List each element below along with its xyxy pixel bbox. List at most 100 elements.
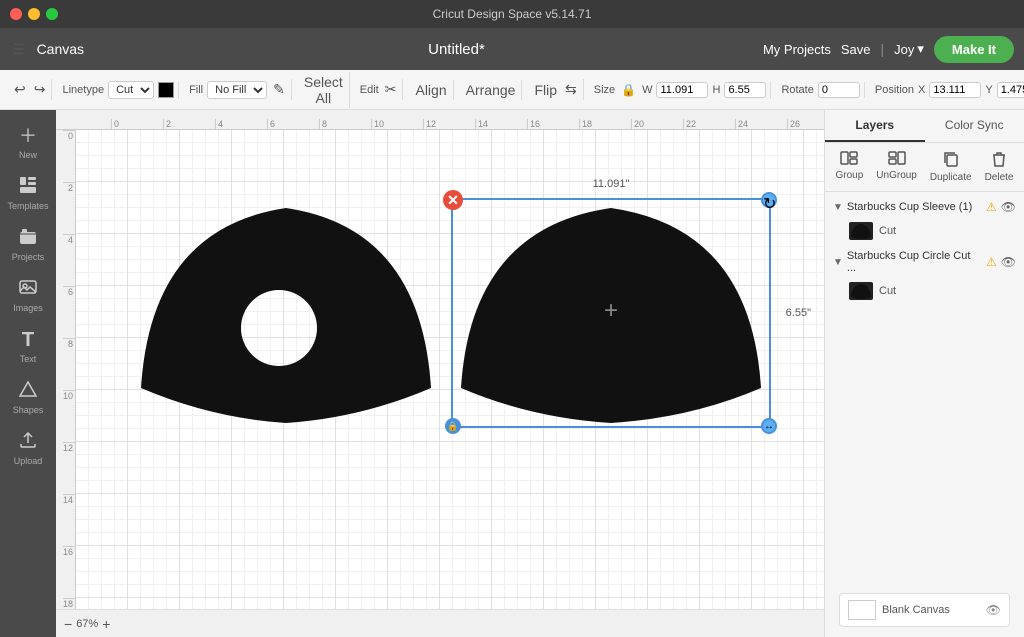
width-input[interactable]: 11.091 (656, 82, 708, 98)
layer-group-sleeve: ▼ Starbucks Cup Sleeve (1) ⚠ 👁 Cut (825, 196, 1024, 244)
edit-button[interactable]: ✂ (383, 79, 399, 100)
sidebar-item-shapes[interactable]: Shapes (4, 374, 52, 421)
sidebar-text-label: Text (20, 354, 37, 364)
layer-circle-name: Starbucks Cup Circle Cut ... (847, 250, 982, 274)
zoom-out-button[interactable]: − (64, 616, 72, 632)
flip-icon-button[interactable]: ⇆ (563, 79, 579, 100)
zoom-level: 67% (76, 618, 98, 630)
zoom-in-button[interactable]: + (102, 616, 110, 632)
fill-select[interactable]: No Fill (207, 81, 267, 99)
toolbar-fill-group: Fill No Fill ✎ (185, 79, 292, 100)
ruler-v-mark: 6 (63, 286, 75, 338)
align-label: Align (415, 82, 446, 98)
warning-icon: ⚠ (986, 255, 997, 269)
duplicate-button[interactable]: Duplicate (924, 149, 978, 185)
eye-icon[interactable]: 👁 (1001, 255, 1016, 269)
tab-layers[interactable]: Layers (825, 110, 925, 142)
sidebar-projects-label: Projects (12, 252, 45, 262)
sidebar-item-new[interactable]: ＋ New (4, 116, 52, 166)
ungroup-button[interactable]: UnGroup (870, 149, 923, 185)
menubar-right: My Projects Save | Joy ▾ Make It (763, 36, 1014, 63)
hamburger-menu[interactable]: ☰ (10, 39, 27, 60)
group-button[interactable]: Group (830, 149, 870, 185)
rotate-input[interactable]: 0 (818, 82, 860, 98)
align-button[interactable]: Align (413, 80, 448, 100)
ruler-mark: 12 (423, 119, 475, 129)
fill-label: Fill (189, 84, 203, 96)
fill-edit-button[interactable]: ✎ (271, 79, 287, 100)
sidebar-item-templates[interactable]: Templates (4, 170, 52, 217)
eye-icon[interactable]: 👁 (1001, 200, 1016, 214)
ruler-h-marks: 0 2 4 6 8 10 12 14 16 18 20 22 24 26 (111, 119, 824, 129)
ruler-v-mark: 10 (63, 390, 75, 442)
ruler-mark: 20 (631, 119, 683, 129)
ruler-mark: 2 (163, 119, 215, 129)
layer-group-header-sleeve[interactable]: ▼ Starbucks Cup Sleeve (1) ⚠ 👁 (825, 196, 1024, 218)
sidebar-item-images[interactable]: Images (4, 272, 52, 319)
canvas-body: 0 2 4 6 8 10 12 14 16 18 (56, 130, 824, 609)
ruler-mark: 4 (215, 119, 267, 129)
undo-button[interactable]: ↩ (12, 79, 28, 100)
ruler-v-mark: 4 (63, 234, 75, 286)
pos-y-label: Y (985, 84, 992, 96)
make-it-button[interactable]: Make It (934, 36, 1014, 63)
ruler-mark: 10 (371, 119, 423, 129)
arrange-button[interactable]: Arrange (464, 80, 518, 100)
layers-list: ▼ Starbucks Cup Sleeve (1) ⚠ 👁 Cut (825, 192, 1024, 583)
ruler-v-marks: 0 2 4 6 8 10 12 14 16 18 (63, 130, 75, 609)
user-menu-button[interactable]: Joy ▾ (894, 41, 924, 57)
doc-title: Untitled* (428, 41, 485, 58)
minimize-dot[interactable] (28, 8, 40, 20)
toolbar: ↩ ↪ Linetype Cut Fill No Fill ✎ Select A… (0, 70, 1024, 110)
text-icon: T (22, 329, 34, 352)
toolbar-size-group: Size 🔒 W 11.091 H 6.55 (590, 81, 772, 99)
linetype-color-swatch[interactable] (158, 82, 174, 98)
zoom-controls: − 67% + (64, 616, 110, 632)
maximize-dot[interactable] (46, 8, 58, 20)
canvas-grid[interactable]: + ✕ ↻ 🔒 ↔ 11.091" 6.55" (76, 130, 824, 609)
ruler-v-mark: 0 (63, 130, 75, 182)
flip-button[interactable]: Flip (532, 80, 559, 100)
ruler-horizontal: 0 2 4 6 8 10 12 14 16 18 20 22 24 26 (56, 110, 824, 130)
toolbar-rotate-group: Rotate 0 (777, 82, 864, 98)
save-button[interactable]: Save (841, 42, 871, 57)
ruler-v-mark: 18 (63, 598, 75, 609)
ruler-v-mark: 12 (63, 442, 75, 494)
my-projects-button[interactable]: My Projects (763, 42, 831, 57)
layer-item-circle[interactable]: Cut (825, 278, 1024, 304)
size-label: Size (594, 84, 615, 96)
eye-slash-icon[interactable]: 👁 (986, 603, 1001, 617)
ruler-v-mark: 2 (63, 182, 75, 234)
window-controls[interactable] (10, 8, 58, 20)
sidebar-item-projects[interactable]: Projects (4, 221, 52, 268)
ruler-mark: 14 (475, 119, 527, 129)
redo-button[interactable]: ↪ (32, 79, 48, 100)
layer-group-circle: ▼ Starbucks Cup Circle Cut ... ⚠ 👁 Cut (825, 246, 1024, 304)
pos-y-input[interactable]: 1.475 (997, 82, 1024, 98)
linetype-select[interactable]: Cut (108, 81, 154, 99)
lock-proportions-button[interactable]: 🔒 (619, 81, 638, 99)
select-all-button[interactable]: Select All (302, 72, 345, 108)
toolbar-position-group: Position X 13.111 Y 1.475 (871, 82, 1024, 98)
sidebar-item-upload[interactable]: Upload (4, 425, 52, 472)
pos-x-input[interactable]: 13.111 (929, 82, 981, 98)
toolbar-align-group: Align (409, 80, 453, 100)
menubar-center: Untitled* (160, 41, 753, 58)
delete-button[interactable]: Delete (979, 149, 1020, 185)
close-dot[interactable] (10, 8, 22, 20)
toolbar-select-all-group: Select All (298, 72, 350, 108)
ungroup-icon (888, 151, 906, 168)
height-input[interactable]: 6.55 (724, 82, 766, 98)
layer-item-sleeve[interactable]: Cut (825, 218, 1024, 244)
cup-sleeve-right-shape[interactable]: + (451, 198, 771, 428)
tab-color-sync[interactable]: Color Sync (925, 110, 1024, 142)
sidebar-item-text[interactable]: T Text (4, 323, 52, 370)
duplicate-icon (943, 151, 959, 170)
ungroup-label: UnGroup (876, 170, 917, 181)
blank-canvas-area: Blank Canvas 👁 (839, 593, 1010, 627)
cup-sleeve-left-shape[interactable] (131, 198, 441, 428)
layer-group-header-circle[interactable]: ▼ Starbucks Cup Circle Cut ... ⚠ 👁 (825, 246, 1024, 278)
chevron-down-icon: ▾ (917, 41, 924, 57)
layer-thumb-circle (849, 282, 873, 300)
blank-canvas-section: Blank Canvas 👁 (825, 583, 1024, 637)
